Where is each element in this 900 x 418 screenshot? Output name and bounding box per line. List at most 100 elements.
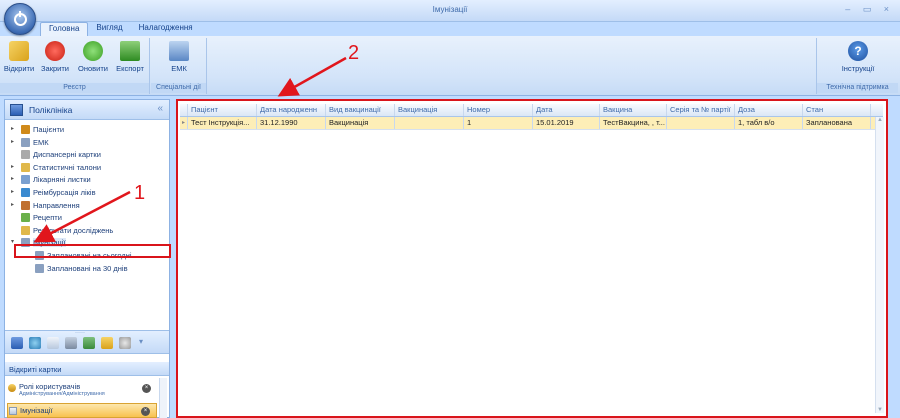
table-cell[interactable]: Вакцинація xyxy=(326,117,395,129)
gear-icon[interactable] xyxy=(119,337,131,349)
open-button[interactable]: Відкрити xyxy=(2,41,36,73)
close-icon xyxy=(45,41,65,61)
cabinet-icon[interactable] xyxy=(65,337,77,349)
document-icon[interactable] xyxy=(47,337,59,349)
expand-arrow-icon[interactable]: ▸ xyxy=(11,188,14,195)
column-header[interactable]: Вакцина xyxy=(600,104,667,116)
open-card-roles[interactable]: Ролі користувачів Адміністрування/Адміні… xyxy=(7,380,157,400)
table-cell[interactable] xyxy=(667,117,735,129)
title-bar: Імунізації – ▭ × xyxy=(0,0,900,22)
expand-arrow-icon[interactable]: ▸ xyxy=(11,175,14,182)
open-cards-scrollbar[interactable] xyxy=(159,378,167,418)
column-header[interactable]: Вакцинація xyxy=(395,104,464,116)
column-header[interactable]: Номер xyxy=(464,104,533,116)
folder-icon[interactable] xyxy=(101,337,113,349)
column-header[interactable]: Вид вакцинації xyxy=(326,104,395,116)
collapse-panel-icon[interactable]: « xyxy=(157,103,163,114)
tree-item-icon xyxy=(21,225,30,235)
tree-item-icon xyxy=(21,213,30,223)
immunizations-grid: Пацієнт Дата народженн Вид вакцинації Вакци… xyxy=(180,104,883,130)
table-cell[interactable]: 31.12.1990 xyxy=(257,117,326,129)
emk-button[interactable]: ЕМК xyxy=(162,41,196,73)
refresh-icon xyxy=(83,41,103,61)
table-row[interactable]: ▸ Тест Інструкція... 31.12.1990 Вакцинація 1… xyxy=(180,117,883,130)
window-controls[interactable]: – ▭ × xyxy=(845,4,894,15)
column-header[interactable]: Дата народженн xyxy=(257,104,326,116)
column-header[interactable]: Серія та № партії xyxy=(667,104,735,116)
column-header[interactable]: Стан xyxy=(803,104,871,116)
grid-vertical-scrollbar[interactable]: ▲ ▼ xyxy=(875,117,884,413)
tree-item-icon xyxy=(21,150,30,160)
table-cell[interactable]: ТестВакцина, , т... xyxy=(600,117,667,129)
expand-arrow-icon[interactable]: ▸ xyxy=(11,125,14,132)
tree-item-icon xyxy=(35,263,44,273)
tree-item-label: Диспансерні картки xyxy=(33,150,101,160)
navigation-panel: Поліклініка « ▸ Пацієнти ▸ ЕМК Диспансерні к… xyxy=(4,99,171,418)
clinic-icon xyxy=(10,104,23,116)
tree-item-label: Пацієнти xyxy=(33,125,65,134)
tree-item-icon xyxy=(21,187,30,197)
annotation-label-2: 2 xyxy=(348,42,360,64)
tab-settings[interactable]: Налагодження xyxy=(131,22,201,36)
table-cell[interactable]: Тест Інструкція... xyxy=(188,117,257,129)
close-button[interactable]: Закрити xyxy=(38,41,72,73)
tree-item-label: ЕМК xyxy=(33,137,49,147)
window-title: Імунізації xyxy=(432,5,468,14)
ribbon-group-label: Спеціальні дії xyxy=(151,83,206,93)
tree-item-icon xyxy=(21,162,30,172)
tree-item[interactable]: Результати досліджень xyxy=(5,225,169,238)
tree-item-icon xyxy=(21,125,30,134)
tree-item[interactable]: Диспансерні картки xyxy=(5,149,169,162)
tab-home[interactable]: Головна xyxy=(40,22,89,36)
table-cell[interactable]: 1, табл в/о xyxy=(735,117,803,129)
ribbon-tabs: Головна Вигляд Налагодження xyxy=(40,22,201,36)
expand-arrow-icon[interactable]: ▸ xyxy=(11,201,14,208)
tree-item[interactable]: Рецепти xyxy=(5,212,169,225)
navigation-toolbar: ····· ▾ xyxy=(5,330,169,354)
tree-item[interactable]: ▸ Пацієнти xyxy=(5,124,169,137)
tree-item-label: Заплановані на 30 днів xyxy=(47,263,128,273)
globe-icon[interactable] xyxy=(29,337,41,349)
table-cell[interactable]: 15.01.2019 xyxy=(533,117,600,129)
splitter-grip[interactable]: ····· xyxy=(75,330,85,336)
tree-item[interactable]: ▸ Статистичні талони xyxy=(5,162,169,175)
tree-item-label: Статистичні талони xyxy=(33,162,102,172)
house-icon[interactable] xyxy=(83,337,95,349)
refresh-button[interactable]: Оновити xyxy=(76,41,110,73)
navigation-header: Поліклініка « xyxy=(5,100,169,120)
clinic-icon[interactable] xyxy=(11,337,23,349)
tree-item[interactable]: Заплановані на 30 днів xyxy=(5,263,169,276)
close-card-icon[interactable]: × xyxy=(141,407,150,416)
instructions-button[interactable]: ? Інструкції xyxy=(837,41,879,73)
ribbon-group-support: ? Інструкції Технічна підтримка xyxy=(816,38,898,94)
table-cell[interactable] xyxy=(395,117,464,129)
tree-item-label: Рецепти xyxy=(33,213,62,223)
scroll-down-icon[interactable]: ▼ xyxy=(877,407,883,413)
tree-item-label: Реімбурсація ліків xyxy=(33,187,96,197)
column-header[interactable]: Пацієнт xyxy=(188,104,257,116)
ribbon-group-registry: Відкрити Закрити Оновити Експорт Реєстр xyxy=(0,38,150,94)
chevron-down-icon[interactable]: ▾ xyxy=(139,337,147,349)
tree-item-icon xyxy=(21,137,30,147)
tree-item-icon xyxy=(21,175,30,185)
power-icon xyxy=(14,11,27,26)
table-cell[interactable]: 1 xyxy=(464,117,533,129)
users-icon xyxy=(8,384,16,392)
tree-item-label: Лікарняні листки xyxy=(33,175,91,185)
tree-item[interactable]: ▸ ЕМК xyxy=(5,137,169,150)
table-cell[interactable]: Запланована xyxy=(803,117,871,129)
column-header[interactable]: Доза xyxy=(735,104,803,116)
close-card-icon[interactable]: × xyxy=(142,384,151,393)
document-icon xyxy=(9,407,17,415)
application-menu-button[interactable] xyxy=(4,3,36,35)
column-header[interactable]: Дата xyxy=(533,104,600,116)
expand-arrow-icon[interactable]: ▸ xyxy=(11,163,14,170)
immunizations-grid-panel: Пацієнт Дата народженн Вид вакцинації Вакци… xyxy=(176,99,888,418)
open-cards-header: Відкриті картки xyxy=(5,362,169,376)
tree-item-icon xyxy=(21,200,30,210)
open-card-immunizations[interactable]: Імунізації × xyxy=(7,403,157,418)
export-button[interactable]: Експорт xyxy=(113,41,147,73)
scroll-up-icon[interactable]: ▲ xyxy=(877,117,883,123)
expand-arrow-icon[interactable]: ▸ xyxy=(11,138,14,145)
tab-view[interactable]: Вигляд xyxy=(88,22,130,36)
